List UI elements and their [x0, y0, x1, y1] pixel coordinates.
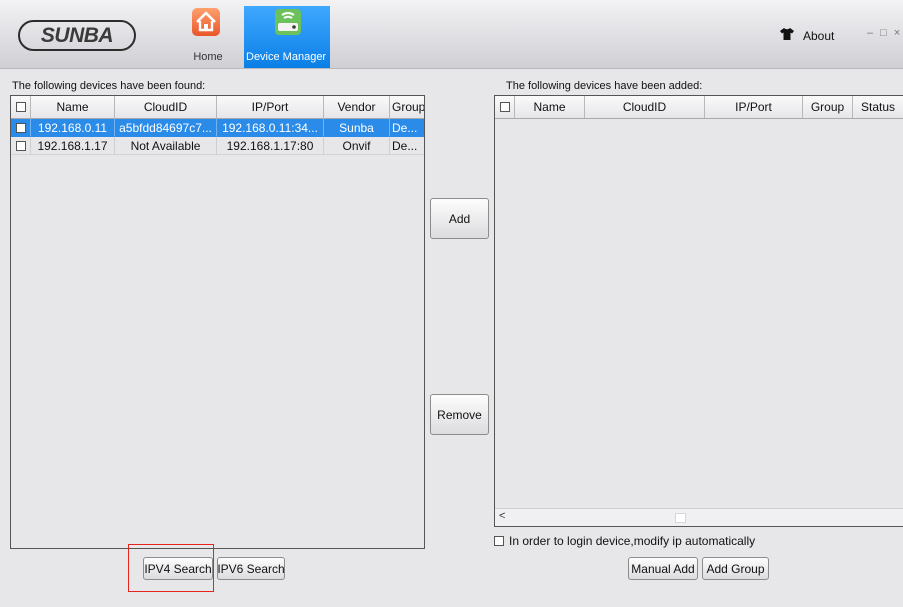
window-controls[interactable]: – □ ×: [867, 27, 902, 39]
table-row[interactable]: 192.168.1.17 Not Available 192.168.1.17:…: [11, 137, 424, 155]
add-group-button[interactable]: Add Group: [702, 557, 769, 580]
found-table-header: Name CloudID IP/Port Vendor Group: [11, 96, 424, 119]
row-cloudid: Not Available: [115, 137, 217, 155]
found-col-group[interactable]: Group: [390, 96, 424, 118]
found-col-ipport[interactable]: IP/Port: [217, 96, 324, 118]
nav-device-manager-label: Device Manager: [246, 51, 327, 63]
found-col-vendor[interactable]: Vendor: [324, 96, 390, 118]
found-col-cloudid[interactable]: CloudID: [115, 96, 217, 118]
home-icon: [192, 8, 220, 36]
added-devices-title: The following devices have been added:: [506, 80, 703, 92]
row-ipport: 192.168.1.17:80: [217, 137, 324, 155]
row-checkbox[interactable]: [11, 137, 31, 155]
found-devices-title: The following devices have been found:: [12, 80, 206, 92]
row-group: De...: [390, 137, 424, 155]
row-vendor: Sunba: [324, 119, 390, 137]
auto-ip-checkbox[interactable]: [494, 536, 504, 546]
horizontal-scrollbar[interactable]: <: [495, 508, 903, 526]
row-cloudid: a5bfdd84697c7...: [115, 119, 217, 137]
auto-ip-option[interactable]: In order to login device,modify ip autom…: [494, 534, 755, 548]
nav-home-label: Home: [193, 51, 223, 63]
found-select-all[interactable]: [11, 96, 31, 118]
added-col-status[interactable]: Status: [853, 96, 903, 118]
sunba-logo: SUNBA: [18, 20, 136, 51]
checkbox-icon[interactable]: [499, 102, 510, 112]
manual-add-button[interactable]: Manual Add: [628, 557, 698, 580]
added-devices-table[interactable]: Name CloudID IP/Port Group Status <: [494, 95, 903, 527]
tshirt-icon: [780, 28, 794, 43]
added-col-ipport[interactable]: IP/Port: [705, 96, 803, 118]
scroll-left-icon[interactable]: <: [499, 510, 505, 522]
top-bar: SUNBA Home Device Manager About – □ ×: [0, 0, 903, 69]
added-table-header: Name CloudID IP/Port Group Status: [495, 96, 903, 119]
found-devices-table[interactable]: Name CloudID IP/Port Vendor Group 192.16…: [10, 95, 425, 549]
ipv6-search-button[interactable]: IPV6 Search: [217, 557, 285, 580]
auto-ip-label: In order to login device,modify ip autom…: [509, 534, 756, 548]
remove-button[interactable]: Remove: [430, 394, 489, 435]
row-checkbox[interactable]: [11, 119, 31, 137]
nav-device-manager[interactable]: Device Manager: [244, 6, 330, 68]
nav-home[interactable]: Home: [180, 6, 236, 66]
checkbox-icon[interactable]: [15, 102, 26, 112]
scroll-thumb[interactable]: [675, 513, 686, 523]
about-label: About: [803, 28, 835, 43]
row-name: 192.168.0.11: [31, 119, 115, 137]
row-name: 192.168.1.17: [31, 137, 115, 155]
row-group: De...: [390, 119, 424, 137]
added-col-group[interactable]: Group: [803, 96, 853, 118]
row-ipport: 192.168.0.11:34...: [217, 119, 324, 137]
highlight-box: [128, 544, 214, 592]
added-select-all[interactable]: [495, 96, 515, 118]
device-manager-icon: [274, 8, 302, 36]
table-row[interactable]: 192.168.0.11 a5bfdd84697c7... 192.168.0.…: [11, 119, 424, 137]
added-col-cloudid[interactable]: CloudID: [585, 96, 705, 118]
found-col-name[interactable]: Name: [31, 96, 115, 118]
add-button[interactable]: Add: [430, 198, 489, 239]
added-col-name[interactable]: Name: [515, 96, 585, 118]
about-button[interactable]: About: [780, 28, 834, 43]
row-vendor: Onvif: [324, 137, 390, 155]
